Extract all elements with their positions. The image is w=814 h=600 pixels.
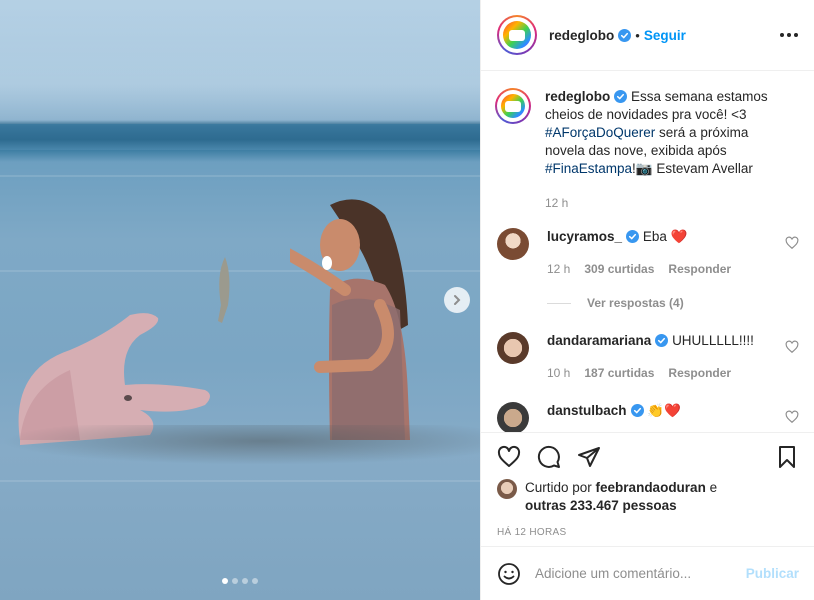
avatar[interactable]: [497, 402, 529, 432]
caption-text: !📷 Estevam Avellar: [632, 161, 753, 176]
publish-button[interactable]: Publicar: [746, 566, 799, 581]
water-ripple: [0, 480, 480, 482]
post-media[interactable]: [0, 0, 480, 600]
comment-item: dandaramariana UHULLLLL!!!! 10 h 187 cur…: [497, 332, 799, 382]
bookmark-icon[interactable]: [775, 445, 799, 469]
post-actions: Curtido por feebrandaoduran e outras 233…: [481, 432, 814, 538]
reply-button[interactable]: Responder: [668, 260, 731, 278]
view-replies-label[interactable]: Ver respostas (4): [587, 296, 684, 310]
comment-item: danstulbach 👏❤️: [497, 402, 799, 432]
avatar[interactable]: [497, 228, 529, 260]
comment-time[interactable]: 10 h: [547, 364, 570, 382]
share-paper-plane-icon[interactable]: [577, 445, 601, 469]
like-heart-icon[interactable]: [497, 445, 521, 469]
avatar[interactable]: [497, 332, 529, 364]
comment-item: lucyramos_ Eba ❤️ 12 h 309 curtidas Resp…: [497, 228, 799, 278]
comment-likes[interactable]: 309 curtidas: [584, 260, 654, 278]
comment-time[interactable]: 12 h: [547, 260, 570, 278]
post-header: redeglobo • Seguir: [481, 0, 814, 71]
post-timestamp[interactable]: HÁ 12 HORAS: [497, 527, 799, 538]
woman-figure: [290, 199, 410, 440]
comment-text: UHULLLLL!!!!: [672, 333, 754, 348]
verified-badge-icon: [655, 334, 669, 347]
water-ripple: [0, 175, 480, 177]
carousel-dot-2: [232, 578, 238, 584]
caption-time: 12 h: [545, 196, 569, 210]
liked-by-user[interactable]: feebrandaoduran: [596, 480, 706, 495]
like-comment-heart-icon[interactable]: [785, 340, 799, 354]
follow-button[interactable]: Seguir: [644, 28, 686, 43]
comment-username[interactable]: dandaramariana: [547, 333, 651, 348]
like-comment-heart-icon[interactable]: [785, 236, 799, 250]
caption-avatar[interactable]: [495, 88, 531, 124]
liked-by-prefix: Curtido por: [525, 480, 596, 495]
header-separator: •: [635, 27, 640, 43]
caption: redeglobo Essa semana estamos cheios de …: [495, 88, 799, 212]
like-comment-heart-icon[interactable]: [785, 410, 799, 424]
liked-by-joiner: e: [705, 480, 718, 495]
post-side-panel: redeglobo • Seguir redeglobo Essa semana…: [480, 0, 814, 600]
add-comment-bar: Publicar: [481, 546, 814, 600]
sky-haze: [0, 0, 480, 120]
comment-likes[interactable]: 187 curtidas: [584, 364, 654, 382]
liked-by-others[interactable]: outras 233.467 pessoas: [525, 498, 677, 513]
reply-button[interactable]: Responder: [668, 364, 731, 382]
verified-badge-icon: [626, 230, 640, 243]
carousel-dot-1: [222, 578, 228, 584]
more-options-icon[interactable]: [780, 33, 798, 37]
hashtag-link[interactable]: #FinaEstampa: [545, 161, 632, 176]
replies-line-divider: [547, 302, 571, 304]
verified-badge-icon: [630, 404, 644, 417]
header-username[interactable]: redeglobo: [549, 28, 614, 43]
caption-username[interactable]: redeglobo: [545, 89, 610, 104]
clap-heart-emoji: 👏❤️: [647, 403, 681, 418]
comments-list[interactable]: redeglobo Essa semana estamos cheios de …: [481, 72, 814, 432]
water-splash: [0, 425, 480, 465]
carousel-next-button[interactable]: [444, 287, 470, 313]
globo-logo-icon: [503, 21, 531, 49]
hashtag-link[interactable]: #AForçaDoQuerer: [545, 125, 655, 140]
avatar[interactable]: [497, 479, 517, 499]
comment-text: Eba: [642, 229, 667, 244]
comment-bubble-icon[interactable]: [537, 445, 561, 469]
liked-by: Curtido por feebrandaoduran e outras 233…: [497, 479, 799, 515]
horizon-treeline: [0, 124, 480, 150]
heart-emoji: ❤️: [670, 229, 688, 244]
carousel-dot-3: [242, 578, 248, 584]
carousel-dot-4: [252, 578, 258, 584]
comment-username[interactable]: danstulbach: [547, 403, 627, 418]
verified-badge-icon: [614, 90, 628, 103]
comment-username[interactable]: lucyramos_: [547, 229, 622, 244]
globo-logo-icon: [501, 94, 525, 118]
verified-badge-icon: [618, 28, 632, 42]
avatar[interactable]: [497, 15, 537, 55]
view-replies-button[interactable]: Ver respostas (4): [547, 296, 799, 310]
carousel-indicator: [0, 578, 480, 584]
chevron-right-icon: [454, 295, 461, 305]
comment-input[interactable]: [535, 566, 746, 581]
emoji-smiley-icon[interactable]: [497, 562, 521, 586]
